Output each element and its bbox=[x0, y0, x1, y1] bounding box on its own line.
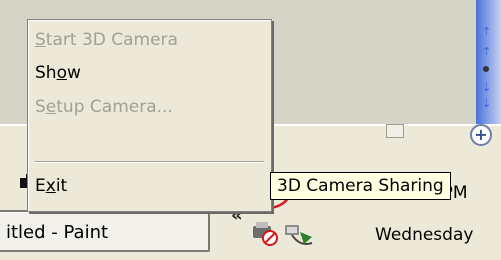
strip-up-arrow-icon[interactable]: ⇡ bbox=[482, 46, 491, 57]
safely-remove-icon[interactable] bbox=[282, 222, 316, 250]
clock-day[interactable]: Wednesday bbox=[375, 225, 473, 245]
menu-item-setup-camera[interactable]: Setup Camera... bbox=[35, 97, 173, 117]
printer-tray-icon[interactable] bbox=[250, 218, 280, 248]
strip-down-arrow-icon[interactable]: ⇣ bbox=[482, 82, 491, 93]
add-button[interactable]: + bbox=[470, 124, 492, 146]
scroll-thumb[interactable] bbox=[386, 124, 404, 138]
strip-dot-icon bbox=[483, 66, 489, 72]
menu-item-start-3d-camera[interactable]: Start 3D Camera bbox=[35, 30, 178, 50]
strip-up-arrow-icon[interactable]: ⇡ bbox=[482, 26, 491, 37]
menu-separator bbox=[35, 161, 264, 163]
menu-item-exit[interactable]: Exit bbox=[35, 176, 67, 196]
paint-taskbar-label: itled - Paint bbox=[6, 222, 109, 243]
strip-down-arrow-icon[interactable]: ⇣ bbox=[482, 98, 491, 109]
tray-tooltip: 3D Camera Sharing bbox=[270, 172, 451, 200]
menu-item-show[interactable]: Show bbox=[35, 63, 81, 83]
